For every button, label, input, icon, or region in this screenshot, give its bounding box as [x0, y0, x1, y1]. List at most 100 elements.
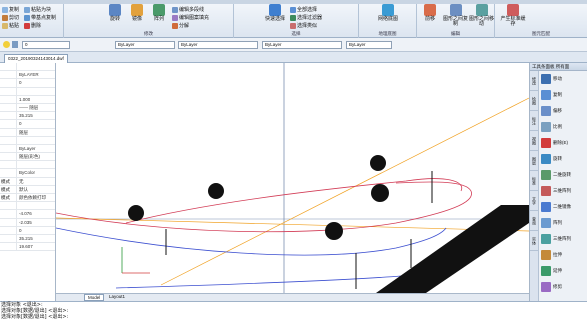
copy-button[interactable]: 复制 — [2, 6, 19, 13]
copy-between-button[interactable]: 图形之间复制 — [443, 4, 468, 30]
palette-tool-item[interactable]: 偏移 — [541, 105, 587, 117]
select-similar-button[interactable]: 选择类似 — [290, 22, 317, 29]
select-all-label: 全部选择 — [297, 7, 318, 13]
property-row[interactable]: 1.000 — [0, 95, 55, 104]
cut-button[interactable]: 剪切 — [2, 14, 19, 21]
palette-tab[interactable]: 标准 — [530, 171, 539, 191]
property-row[interactable]: 模式 默认 — [0, 185, 55, 194]
palette-tab[interactable]: 标注 — [530, 111, 539, 131]
property-row[interactable]: 35.215 — [0, 234, 55, 244]
quick-select-label: 快速选择 — [264, 16, 285, 22]
explode-button[interactable]: 分解 — [172, 22, 189, 29]
select-all-button[interactable]: 全部选择 — [290, 6, 317, 13]
paste-icon — [2, 22, 8, 29]
tree-symbol — [370, 155, 386, 171]
property-row[interactable]: ByLAYER — [0, 71, 55, 80]
drawing-canvas[interactable] — [56, 63, 529, 293]
property-row[interactable]: 0 — [0, 120, 55, 129]
palette-tool-item[interactable]: 三维阵列 — [541, 185, 587, 197]
tool-palette: 工具条面板 所有面 修改 绘图 标注 视图 图层 标准 文字 查询 实体 移动 复制 偏移 比例 删除(… — [529, 63, 587, 301]
move-forward-button[interactable]: 前移 — [419, 4, 441, 30]
property-key — [0, 63, 17, 71]
property-row[interactable] — [0, 161, 55, 170]
tool-label: 延伸 — [553, 268, 562, 273]
property-key: 模式 — [0, 194, 17, 202]
model-tab[interactable]: Model — [84, 294, 105, 301]
standard-cache-label: 产生标准缓存 — [500, 16, 526, 27]
palette-tool-item[interactable]: 修剪 — [541, 281, 587, 293]
rotate-button[interactable]: 旋转 — [104, 4, 126, 30]
layout1-tab[interactable]: Layout1 — [106, 294, 128, 301]
command-line[interactable]: 选择对象 <退出>: 选择对象[数据/退出] <退出>: 选择对象[数据/退出]… — [0, 301, 587, 335]
copy-base-button[interactable]: 带基点复制 — [24, 14, 56, 21]
property-row[interactable]: 0 — [0, 226, 55, 235]
palette-tool-item[interactable]: 阵列 — [541, 217, 587, 229]
property-row[interactable] — [0, 202, 55, 211]
color-dropdown[interactable]: ByLayer — [115, 41, 175, 49]
lineweight-dropdown[interactable]: ByLayer — [262, 41, 342, 49]
file-tab[interactable]: 0322_20190324143014.dwf — [4, 54, 68, 63]
edit-polyline-button[interactable]: 编辑多段线 — [172, 6, 204, 13]
property-row[interactable]: 35.215 — [0, 112, 55, 121]
property-value: 35.215 — [19, 113, 33, 119]
property-row[interactable]: 模式无 — [0, 177, 55, 186]
property-row[interactable]: 随层 — [0, 128, 55, 137]
property-row[interactable]: 0 — [0, 79, 55, 88]
delete-button[interactable]: 删除 — [24, 22, 41, 29]
property-row[interactable]: ByColor — [0, 169, 55, 178]
layer-state-icon[interactable] — [12, 41, 18, 48]
basemap-button[interactable]: 网络底图 — [376, 4, 400, 30]
forward-icon — [424, 4, 436, 16]
palette-tab[interactable]: 图层 — [530, 151, 539, 171]
paste-button[interactable]: 粘贴 — [2, 22, 19, 29]
palette-tab[interactable]: 查询 — [530, 211, 539, 231]
palette-tab[interactable]: 实体 — [530, 231, 539, 251]
property-key — [0, 202, 17, 210]
property-row[interactable] — [0, 63, 55, 72]
palette-tool-item[interactable]: 旋转 — [541, 153, 587, 165]
tool-label: 三维阵列 — [553, 236, 571, 241]
palette-tool-item[interactable]: 删除(E) — [541, 137, 587, 149]
property-row[interactable]: 模式 颜色依赖打印 — [0, 194, 55, 203]
layer-dropdown[interactable]: 0 — [22, 41, 70, 49]
tree-symbol — [325, 222, 343, 240]
tool-icon — [541, 154, 551, 164]
palette-tab[interactable]: 视图 — [530, 131, 539, 151]
lightbulb-icon[interactable] — [3, 41, 10, 48]
palette-tool-item[interactable]: 二维旋转 — [541, 169, 587, 181]
property-row[interactable]: —— 随层 — [0, 103, 55, 113]
palette-tool-item[interactable]: 移动 — [541, 73, 587, 85]
palette-tool-item[interactable]: 复制 — [541, 89, 587, 101]
linetype-dropdown[interactable]: ByLayer — [178, 41, 258, 49]
property-value: 19.607 — [19, 244, 33, 250]
palette-tool-item[interactable]: 拉伸 — [541, 249, 587, 261]
property-key — [0, 226, 17, 234]
property-row[interactable]: 随层(彩色) — [0, 153, 55, 162]
palette-tab[interactable]: 绘图 — [530, 91, 539, 111]
plotstyle-dropdown[interactable]: ByLayer — [346, 41, 392, 49]
property-row[interactable] — [0, 136, 55, 145]
array-button[interactable]: 阵列 — [148, 4, 170, 30]
property-row[interactable]: -4.076 — [0, 210, 55, 219]
palette-tool-item[interactable]: 三维阵列 — [541, 233, 587, 245]
quick-select-button[interactable]: 快速选择 — [264, 4, 286, 30]
palette-title: 工具条面板 — [532, 64, 555, 69]
palette-tool-item[interactable]: 延伸 — [541, 265, 587, 277]
cut-icon — [2, 14, 8, 21]
mirror-button[interactable]: 镜像 — [126, 4, 148, 30]
edit-hatch-button[interactable]: 编辑图案填充 — [172, 14, 209, 21]
palette-tool-item[interactable]: 比例 — [541, 121, 587, 133]
paste-as-block-button[interactable]: 粘贴为块 — [24, 6, 51, 13]
property-row[interactable]: 19.607 — [0, 243, 55, 252]
tool-label: 比例 — [553, 124, 562, 129]
palette-tool-item[interactable]: 二维镜像 — [541, 201, 587, 213]
palette-tab[interactable]: 修改 — [530, 71, 539, 91]
select-filter-button[interactable]: 选择过滤器 — [290, 14, 322, 21]
property-row[interactable] — [0, 87, 55, 96]
standard-cache-button[interactable]: 产生标准缓存 — [499, 4, 527, 30]
property-row[interactable]: -2.035 — [0, 218, 55, 227]
move-between-button[interactable]: 图形之间移动 — [469, 4, 494, 30]
palette-tab[interactable]: 文字 — [530, 191, 539, 211]
property-row[interactable]: ByLayer — [0, 144, 55, 154]
polyline-icon — [172, 6, 178, 13]
